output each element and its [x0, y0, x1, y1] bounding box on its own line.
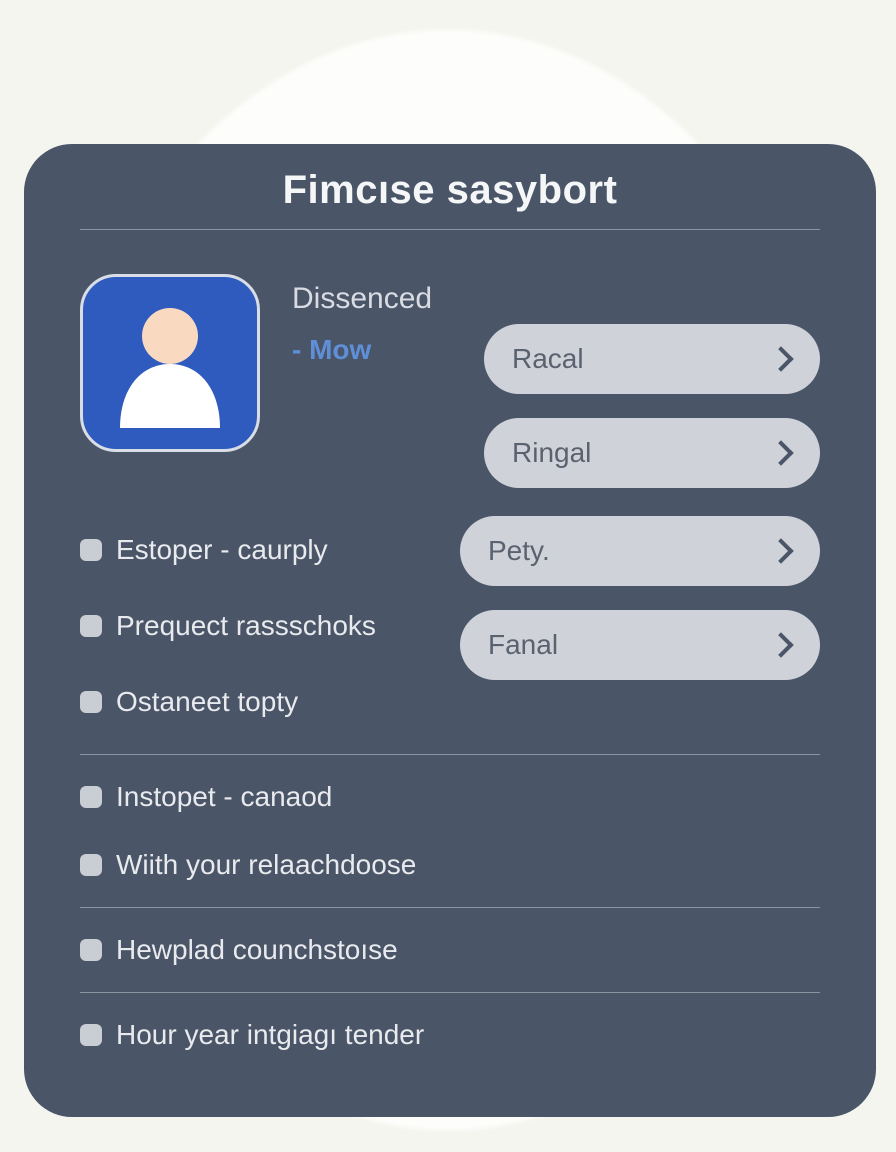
bullet-icon [80, 691, 102, 713]
list-item[interactable]: Hewplad counchstoıse [80, 916, 820, 984]
action-button-pety[interactable]: Pety. [460, 516, 820, 586]
chevron-right-icon [768, 632, 793, 657]
list-item[interactable]: Ostaneet topty [80, 668, 440, 736]
profile-row: Dissenced - Mow Racal Ringal [80, 230, 820, 516]
bullet-icon [80, 786, 102, 808]
action-button-racal[interactable]: Racal [484, 324, 820, 394]
chevron-right-icon [768, 538, 793, 563]
avatar[interactable] [80, 274, 260, 452]
options-group-c: Hewplad counchstoıse [80, 908, 820, 992]
person-icon [110, 298, 230, 428]
chevron-right-icon [768, 346, 793, 371]
action-button-ringal[interactable]: Ringal [484, 418, 820, 488]
button-label: Ringal [512, 437, 591, 469]
item-label: Hour year intgiagı tender [116, 1019, 424, 1051]
options-group-d: Hour year intgiagı tender [80, 993, 820, 1077]
list-item[interactable]: Hour year intgiagı tender [80, 1001, 820, 1069]
item-label: Estoper - caurply [116, 534, 328, 566]
button-label: Fanal [488, 629, 558, 661]
action-button-fanal[interactable]: Fanal [460, 610, 820, 680]
options-group-b: Instopet - canaod Wiith your relaachdoos… [80, 755, 820, 907]
button-label: Pety. [488, 535, 550, 567]
panel-title: Fimcıse sasybort [80, 164, 820, 229]
profile-info: Dissenced - Mow [292, 274, 452, 488]
item-label: Prequect rassschoks [116, 610, 376, 642]
bullet-icon [80, 615, 102, 637]
bullet-icon [80, 1024, 102, 1046]
profile-name: Dissenced [292, 282, 452, 316]
list-item[interactable]: Prequect rassschoks [80, 592, 440, 660]
action-buttons: Racal Ringal [484, 274, 820, 488]
profile-subtitle[interactable]: - Mow [292, 334, 452, 366]
item-label: Ostaneet topty [116, 686, 298, 718]
chevron-right-icon [768, 440, 793, 465]
bullet-icon [80, 854, 102, 876]
button-label: Racal [512, 343, 584, 375]
list-item[interactable]: Wiith your relaachdoose [80, 831, 820, 899]
bullet-icon [80, 939, 102, 961]
action-buttons-lower: Pety. Fanal [460, 516, 820, 680]
item-label: Instopet - canaod [116, 781, 332, 813]
list-item[interactable]: Instopet - canaod [80, 763, 820, 831]
main-panel: Fimcıse sasybort Dissenced - Mow Racal R… [24, 144, 876, 1117]
options-group-a: Estoper - caurply Prequect rassschoks Os… [80, 516, 440, 736]
item-label: Hewplad counchstoıse [116, 934, 398, 966]
middle-section: Estoper - caurply Prequect rassschoks Os… [80, 516, 820, 736]
bullet-icon [80, 539, 102, 561]
list-item[interactable]: Estoper - caurply [80, 516, 440, 584]
item-label: Wiith your relaachdoose [116, 849, 416, 881]
